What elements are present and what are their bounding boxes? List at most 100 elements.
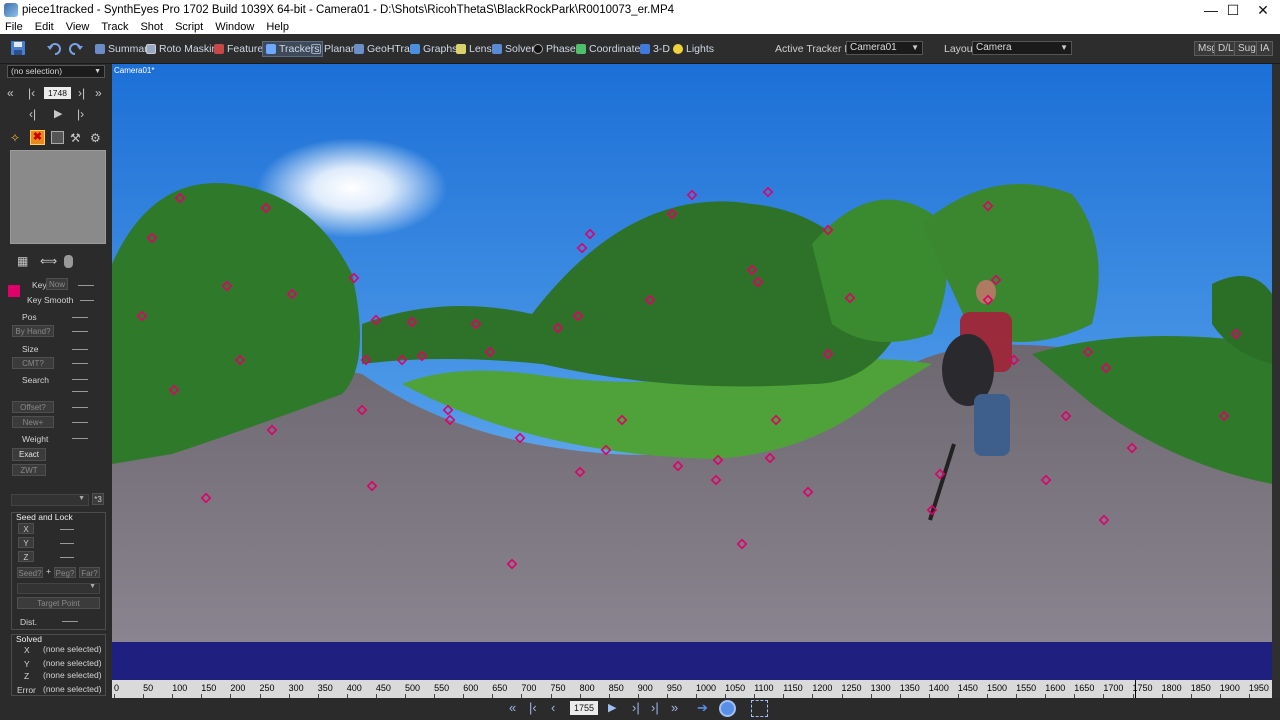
tracker-marker[interactable]	[360, 354, 372, 366]
tracker-marker[interactable]	[746, 264, 758, 276]
tracker-marker[interactable]	[644, 294, 656, 306]
far-button[interactable]: Far?	[79, 567, 100, 578]
hammer-icon[interactable]: ⚒	[70, 131, 81, 145]
tracker-marker[interactable]	[584, 228, 596, 240]
key-now-button[interactable]: Now	[46, 278, 68, 290]
play-icon[interactable]: ▶	[54, 107, 62, 121]
tracker-marker[interactable]	[982, 200, 994, 212]
prev-frame-icon[interactable]: ‹|	[29, 107, 36, 121]
tracker-marker[interactable]	[221, 280, 233, 292]
tracker-marker[interactable]	[686, 189, 698, 201]
frame-number-field[interactable]: 1748	[44, 87, 71, 99]
tracker-selection-dropdown[interactable]: (no selection) ▼	[7, 65, 105, 78]
camera-viewport[interactable]: Camera01*	[112, 64, 1272, 642]
tracker-marker[interactable]	[574, 466, 586, 478]
tracker-marker[interactable]	[982, 294, 994, 306]
tracker-marker[interactable]	[822, 348, 834, 360]
undo-icon[interactable]	[46, 40, 62, 56]
fast-forward-icon[interactable]: »	[671, 700, 678, 716]
delete-tracker-icon[interactable]: ✖	[30, 130, 45, 145]
tracker-marker[interactable]	[200, 492, 212, 504]
target-mode-dropdown[interactable]: ▼	[17, 583, 100, 594]
menu-help[interactable]: Help	[266, 21, 289, 33]
tracker-marker[interactable]	[572, 310, 584, 322]
tracker-marker[interactable]	[146, 232, 158, 244]
tracker-marker[interactable]	[770, 414, 782, 426]
tracker-marker[interactable]	[136, 310, 148, 322]
exact-button[interactable]: Exact	[12, 448, 46, 461]
tracker-marker[interactable]	[552, 322, 564, 334]
zoom-icon[interactable]	[719, 700, 736, 717]
cmt-button[interactable]: CMT?	[12, 357, 54, 369]
tracker-marker[interactable]	[174, 192, 186, 204]
menu-script[interactable]: Script	[175, 21, 203, 33]
tracker-marker[interactable]	[1218, 410, 1230, 422]
star3-button[interactable]: *3	[92, 493, 104, 505]
tracker-marker[interactable]	[406, 316, 418, 328]
grid-icon[interactable]: ▦	[17, 254, 28, 268]
arrow-right-icon[interactable]: ➔	[697, 700, 708, 716]
room-graphs[interactable]: Graphs	[410, 41, 457, 57]
tracker-marker[interactable]	[370, 314, 382, 326]
playback-frame-field[interactable]: 1755	[570, 701, 598, 715]
tracker-marker[interactable]	[1126, 442, 1138, 454]
ia-button[interactable]: IA	[1256, 41, 1274, 56]
timeline[interactable]: 0 50 100 150 200 250 300 350 400 450 500 550 600 650 7…	[112, 680, 1272, 698]
tracker-marker[interactable]	[416, 350, 428, 362]
new-button[interactable]: New+	[12, 416, 54, 428]
tracker-marker[interactable]	[934, 468, 946, 480]
rewind-icon[interactable]: «	[7, 86, 14, 100]
tracker-marker[interactable]	[1040, 474, 1052, 486]
tracker-marker[interactable]	[576, 242, 588, 254]
tracker-marker[interactable]	[672, 460, 684, 472]
step-forward-key-icon[interactable]: ›|	[78, 86, 85, 100]
tracker-marker[interactable]	[712, 454, 724, 466]
layout-dropdown[interactable]: Camera ▼	[972, 41, 1072, 55]
step-back-key-icon[interactable]: |‹	[529, 700, 537, 716]
active-tracker-host-dropdown[interactable]: Camera01 ▼	[846, 41, 923, 55]
tracker-marker[interactable]	[1008, 354, 1020, 366]
shot-range-bar[interactable]	[112, 642, 1272, 680]
tracker-marker[interactable]	[736, 538, 748, 550]
menu-file[interactable]: File	[5, 21, 23, 33]
x-lock-button[interactable]: X	[18, 523, 34, 534]
room-3d[interactable]: 3-D	[640, 41, 670, 57]
tracker-marker[interactable]	[1082, 346, 1094, 358]
tracker-marker[interactable]	[616, 414, 628, 426]
save-icon[interactable]	[10, 40, 26, 56]
tracker-marker[interactable]	[266, 424, 278, 436]
link-icon[interactable]: ⚙	[90, 131, 101, 145]
tracker-marker[interactable]	[710, 474, 722, 486]
tracker-marker[interactable]	[442, 404, 454, 416]
z-lock-button[interactable]: Z	[18, 551, 34, 562]
peg-button[interactable]: Peg?	[54, 567, 76, 578]
room-lights[interactable]: Lights	[673, 41, 714, 57]
tracker-marker[interactable]	[600, 444, 612, 456]
room-lens[interactable]: Lens	[456, 41, 492, 57]
tracker-marker[interactable]	[444, 414, 456, 426]
room-roto-masking[interactable]: Roto Masking	[146, 41, 223, 57]
rewind-icon[interactable]: «	[509, 700, 516, 716]
menu-view[interactable]: View	[66, 21, 90, 33]
redo-icon[interactable]	[68, 40, 84, 56]
tracker-marker[interactable]	[822, 224, 834, 236]
menu-window[interactable]: Window	[215, 21, 254, 33]
offset-button[interactable]: Offset?	[12, 401, 54, 413]
plus-icon[interactable]: +	[46, 566, 51, 576]
tracker-marker[interactable]	[752, 276, 764, 288]
next-frame-icon[interactable]: ›|	[632, 700, 640, 716]
tracker-marker[interactable]	[764, 452, 776, 464]
tracker-marker[interactable]	[506, 558, 518, 570]
tracker-marker[interactable]	[1060, 410, 1072, 422]
tracker-marker[interactable]	[1100, 362, 1112, 374]
fit-view-icon[interactable]	[751, 700, 768, 717]
room-planar[interactable]: Planar	[311, 41, 354, 57]
wand-icon[interactable]: ✧	[10, 131, 20, 145]
zwt-button[interactable]: ZWT	[12, 464, 46, 476]
room-solver[interactable]: Solver	[492, 41, 535, 57]
capsule-icon[interactable]	[64, 255, 73, 268]
tracker-marker[interactable]	[990, 274, 1002, 286]
arrows-icon[interactable]: ⟺	[40, 254, 57, 268]
next-frame-icon[interactable]: |›	[77, 107, 84, 121]
menu-shot[interactable]: Shot	[140, 21, 163, 33]
